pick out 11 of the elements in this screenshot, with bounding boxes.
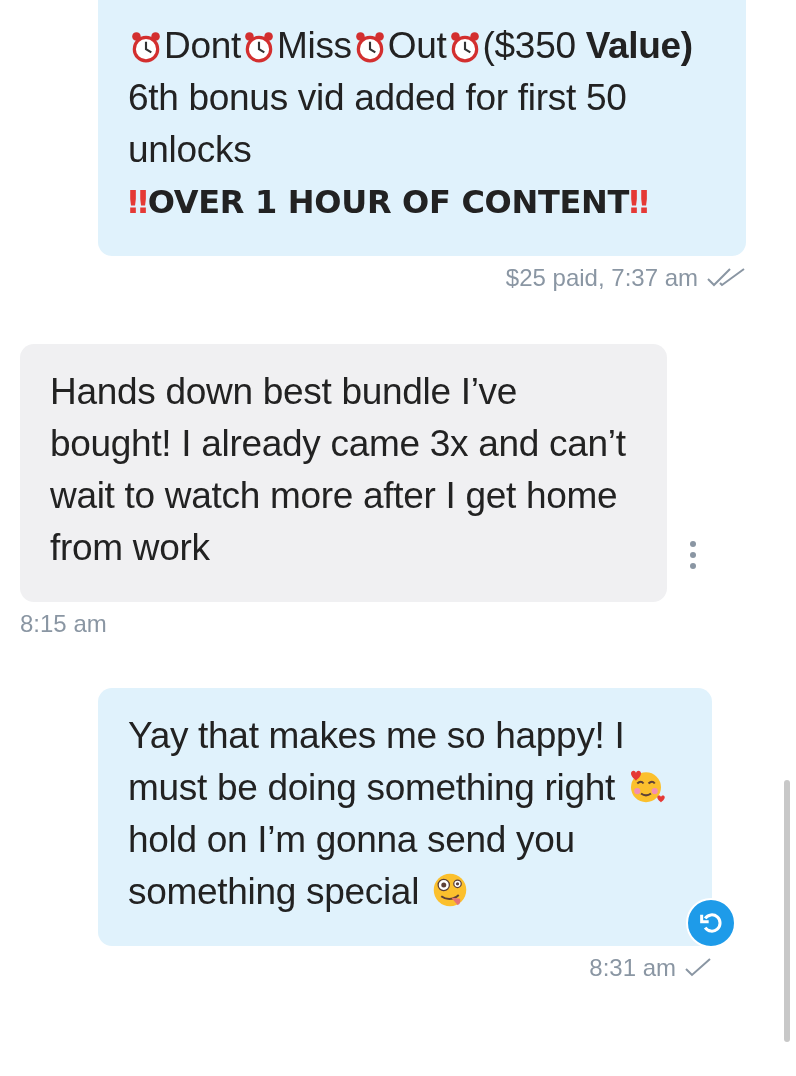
alarm-clock-icon <box>129 30 163 64</box>
message-text: ‼OVER 1 HOUR OF CONTENT‼ <box>128 182 650 223</box>
message-text: Dont Miss Out ($350 Value) <box>128 20 716 72</box>
message-text: Hands down best bundle I’ve bought! I already came 3x and can’t wait to watch more after I get home from work <box>50 370 627 570</box>
message-text: 6th bonus vid added for first 50 unlocks <box>128 76 628 172</box>
message-time: $25 paid, 7:37 am <box>505 264 698 292</box>
message-time: 8:31 am <box>589 954 676 982</box>
scroll-bar[interactable] <box>784 780 790 1042</box>
message-time: 8:15 am <box>20 610 107 638</box>
message-text: Yay that makes me so happy! I must be doing something right hold on I’m gonna send you something special <box>128 710 682 918</box>
more-options-icon[interactable] <box>689 540 697 570</box>
